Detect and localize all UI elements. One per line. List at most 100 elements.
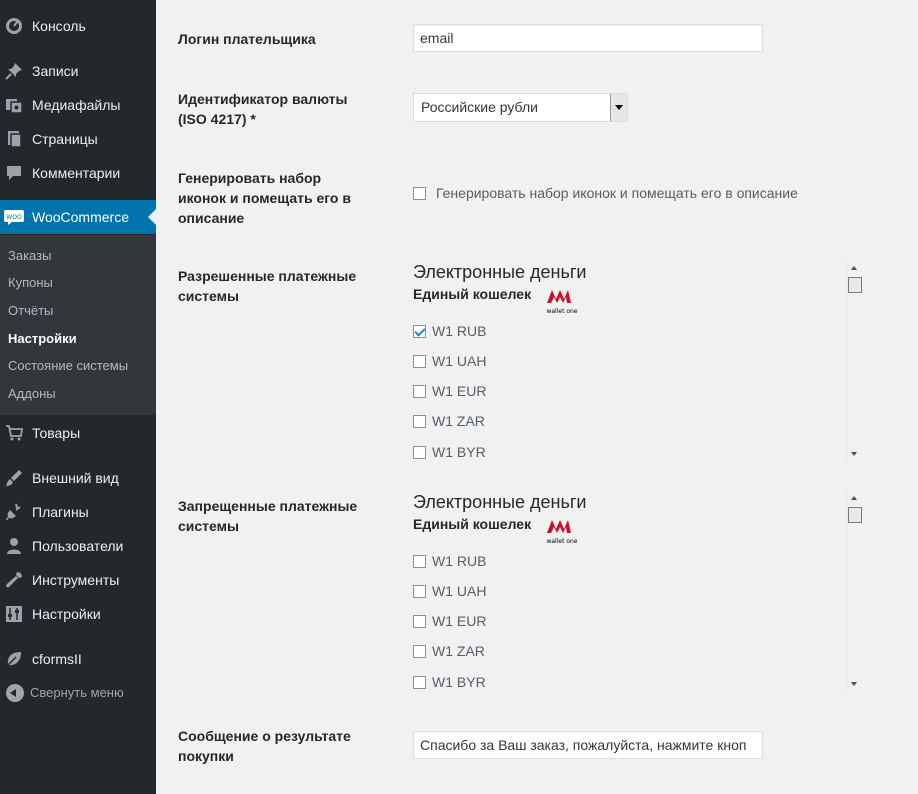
submenu-item-system-status[interactable]: Состояние системы — [8, 358, 128, 373]
menu-item-woocommerce[interactable]: WOO WooCommerce — [0, 200, 156, 234]
menu-item-comments[interactable]: Комментарии — [0, 156, 156, 190]
result-message-input[interactable]: Спасибо за Ваш заказ, пожалуйста, нажмит… — [413, 731, 763, 759]
forbidden-checkbox-label: W1 EUR — [432, 613, 487, 629]
menu-item-media[interactable]: Медиафайлы — [0, 88, 156, 122]
icons-checkbox-label: Генерировать набор иконок и помещать его… — [436, 185, 798, 201]
menu-item-tools[interactable]: Инструменты — [0, 563, 156, 597]
menu-item-posts[interactable]: Записи — [0, 54, 156, 88]
wallet-one-logo: wallet one — [545, 517, 579, 545]
allowed-checkbox-label: W1 RUB — [432, 323, 487, 339]
submenu-item-settings[interactable]: Настройки — [8, 331, 77, 346]
allowed-checkbox-w1-rub[interactable] — [413, 325, 426, 338]
currency-label: Идентификатор валюты (ISO 4217) * — [178, 89, 378, 129]
currency-label-line: (ISO 4217) * — [178, 111, 256, 127]
pages-icon — [4, 129, 24, 149]
menu-label: Консоль — [32, 18, 86, 34]
forbidden-checkbox-w1-rub[interactable] — [413, 555, 426, 568]
forbidden-checkbox-label: W1 RUB — [432, 553, 487, 569]
chevron-down-icon[interactable] — [610, 94, 627, 121]
icons-label-line: Генерировать набор — [178, 170, 322, 186]
menu-label: Комментарии — [32, 165, 121, 181]
menu-label: Медиафайлы — [32, 97, 121, 113]
scrollbar-thumb[interactable] — [848, 277, 862, 293]
allowed-group-subtitle: Единый кошелек — [413, 286, 532, 302]
forbidden-scrollbar[interactable] — [846, 491, 862, 691]
login-label: Логин плательщика — [178, 31, 316, 47]
allowed-checkbox-w1-zar[interactable] — [413, 415, 426, 428]
menu-item-products[interactable]: Товары — [0, 416, 156, 450]
wrench-icon — [4, 570, 24, 590]
submenu-item-orders[interactable]: Заказы — [8, 248, 51, 263]
icons-label-line: описание — [178, 210, 245, 226]
scroll-up-icon[interactable] — [851, 496, 857, 500]
icons-checkbox[interactable] — [413, 187, 426, 200]
menu-label: cformsII — [32, 651, 82, 667]
menu-label: Инструменты — [32, 572, 120, 588]
allowed-checkbox-w1-uah[interactable] — [413, 355, 426, 368]
brush-icon — [4, 468, 24, 488]
wallet-one-logo: wallet one — [545, 287, 579, 315]
forbidden-checkbox-label: W1 BYR — [432, 674, 486, 690]
menu-item-console[interactable]: Консоль — [0, 9, 156, 43]
forbidden-label-line: системы — [178, 518, 239, 534]
result-message-label-line: покупки — [178, 748, 234, 764]
collapse-arrow-icon — [6, 684, 24, 702]
collapse-label: Свернуть меню — [30, 685, 124, 700]
menu-item-appearance[interactable]: Внешний вид — [0, 461, 156, 495]
menu-item-pages[interactable]: Страницы — [0, 122, 156, 156]
forbidden-checkbox-w1-byr[interactable] — [413, 676, 426, 689]
forbidden-group-subtitle: Единый кошелек — [413, 516, 532, 532]
svg-text:wallet one: wallet one — [546, 538, 577, 545]
icons-label-line: иконок и помещать его в — [178, 190, 351, 206]
allowed-checkbox-w1-eur[interactable] — [413, 385, 426, 398]
media-icon — [4, 95, 24, 115]
svg-text:wallet one: wallet one — [546, 308, 577, 315]
menu-label: Внешний вид — [32, 470, 119, 486]
scroll-down-icon[interactable] — [851, 682, 857, 686]
icons-label: Генерировать набор иконок и помещать его… — [178, 168, 378, 228]
plugin-icon — [4, 502, 24, 522]
menu-label: Пользователи — [32, 538, 124, 554]
menu-label: Товары — [32, 425, 81, 441]
result-message-label-line: Сообщение о результате — [178, 728, 351, 744]
forbidden-checkbox-label: W1 UAH — [432, 583, 487, 599]
menu-label: Записи — [32, 63, 79, 79]
allowed-scrollbar[interactable] — [846, 261, 862, 461]
allowed-checkbox-w1-byr[interactable] — [413, 446, 426, 459]
forbidden-checkbox-w1-eur[interactable] — [413, 615, 426, 628]
forbidden-checkbox-w1-zar[interactable] — [413, 645, 426, 658]
scroll-up-icon[interactable] — [851, 266, 857, 270]
submenu-item-coupons[interactable]: Купоны — [8, 275, 53, 290]
forbidden-checkbox-w1-uah[interactable] — [413, 585, 426, 598]
cart-icon — [4, 423, 24, 443]
allowed-label-line: системы — [178, 288, 239, 304]
currency-select[interactable]: Российские рубли — [413, 93, 628, 122]
menu-label: Настройки — [32, 606, 101, 622]
allowed-label: Разрешенные платежные системы — [178, 266, 378, 306]
menu-item-cformsii[interactable]: cformsII — [0, 642, 156, 676]
forbidden-checkbox-label: W1 ZAR — [432, 643, 485, 659]
collapse-menu-button[interactable]: Свернуть меню — [0, 682, 156, 704]
settings-icon — [4, 604, 24, 624]
scrollbar-thumb[interactable] — [848, 507, 862, 523]
menu-item-users[interactable]: Пользователи — [0, 529, 156, 563]
dashboard-icon — [4, 16, 24, 36]
menu-item-settings[interactable]: Настройки — [0, 597, 156, 631]
submenu-item-addons[interactable]: Аддоны — [8, 386, 56, 401]
allowed-label-line: Разрешенные платежные — [178, 268, 357, 284]
svg-text:WOO: WOO — [6, 214, 22, 221]
allowed-checkbox-label: W1 EUR — [432, 383, 487, 399]
login-input[interactable]: email — [413, 24, 763, 52]
admin-sidebar: Консоль Записи Медиафайлы Страницы Комме… — [0, 0, 156, 794]
menu-label: Страницы — [32, 131, 98, 147]
forbidden-label-line: Запрещенные платежные — [178, 498, 358, 514]
menu-item-plugins[interactable]: Плагины — [0, 495, 156, 529]
currency-label-line: Идентификатор валюты — [178, 91, 348, 107]
user-icon — [4, 536, 24, 556]
comment-icon — [4, 163, 24, 183]
pin-icon — [4, 61, 24, 81]
scroll-down-icon[interactable] — [851, 452, 857, 456]
woo-icon: WOO — [4, 207, 24, 227]
leaf-icon — [4, 649, 24, 669]
submenu-item-reports[interactable]: Отчёты — [8, 303, 53, 318]
